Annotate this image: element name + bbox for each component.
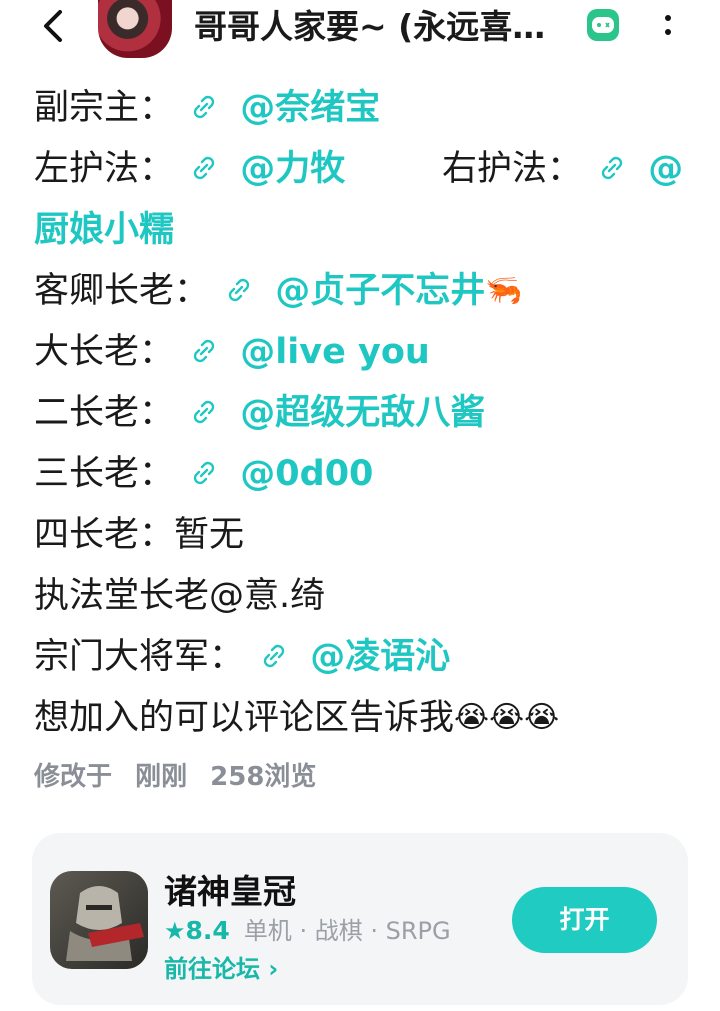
list-item: 四长老：暂无 — [34, 505, 694, 566]
role-label: 大长老： — [34, 332, 175, 372]
list-item: 三长老： @0d00 — [34, 444, 694, 505]
link-icon — [193, 461, 215, 485]
mention-link[interactable]: 厨娘小糯 — [34, 210, 174, 250]
mention-link[interactable]: @凌语沁 — [310, 637, 450, 677]
role-label: 客卿长老： — [34, 271, 210, 311]
list-item: 二长老： @超级无敌八酱 — [34, 383, 694, 444]
app-icon[interactable] — [50, 871, 148, 969]
list-item: 左护法： @力牧 右护法： @ — [34, 139, 694, 200]
role-label: 右护法： — [442, 149, 583, 189]
rating-row: ★8.4 单机 · 战棋 · SRPG — [164, 911, 451, 946]
top-bar: 哥哥人家要~ (永远喜… — [0, 0, 720, 58]
list-item: 副宗主： @奈绪宝 — [34, 78, 694, 139]
star-icon: ★ — [164, 917, 186, 945]
mention-link[interactable]: @贞子不忘井 — [275, 271, 485, 311]
mention-link[interactable]: @0d00 — [240, 454, 373, 494]
edited-label: 修改于 — [34, 762, 113, 792]
link-icon — [193, 95, 215, 119]
mention-link[interactable]: @ — [648, 149, 683, 189]
role-label: 三长老： — [34, 454, 175, 494]
link-icon — [193, 400, 215, 424]
post-text: 想加入的可以评论区告诉我 — [34, 698, 455, 738]
mention-link[interactable]: @力牧 — [240, 149, 345, 189]
list-item: 宗门大将军： @凌语沁 — [34, 627, 694, 688]
post-text: 执法堂长老@意.绮 — [34, 576, 326, 616]
back-arrow-icon[interactable] — [34, 6, 74, 46]
view-count: 258浏览 — [210, 762, 317, 792]
list-item: 大长老： @live you — [34, 322, 694, 383]
role-label: 副宗主： — [34, 88, 175, 128]
open-button[interactable]: 打开 — [512, 887, 657, 953]
role-label: 宗门大将军： — [34, 637, 245, 677]
app-name: 诸神皇冠 — [164, 872, 296, 911]
post-meta: 修改于 刚刚 258浏览 — [34, 756, 330, 793]
rating-score: 8.4 — [185, 916, 230, 945]
mention-link[interactable]: @live you — [240, 332, 430, 372]
post-text: 四长老：暂无 — [34, 515, 245, 555]
link-icon — [228, 278, 250, 302]
edited-time: 刚刚 — [135, 762, 188, 792]
list-item: 厨娘小糯 — [34, 200, 694, 261]
role-label: 左护法： — [34, 149, 175, 189]
list-item: 客卿长老： @贞子不忘井🦐 — [34, 261, 694, 322]
forum-link[interactable]: 前往论坛 › — [164, 949, 278, 984]
link-icon — [193, 339, 215, 363]
app-card[interactable]: 诸神皇冠 ★8.4 单机 · 战棋 · SRPG 前往论坛 › 打开 — [32, 833, 688, 1005]
app-tags: 单机 · 战棋 · SRPG — [243, 917, 451, 945]
link-icon — [193, 156, 215, 180]
mention-link[interactable]: @超级无敌八酱 — [240, 393, 485, 433]
crying-emoji: 😭😭😭 — [454, 700, 560, 735]
link-icon — [263, 644, 285, 668]
user-avatar[interactable] — [98, 0, 172, 58]
link-icon — [601, 156, 623, 180]
shrimp-emoji: 🦐 — [485, 273, 523, 308]
post-body: 副宗主： @奈绪宝 左护法： @力牧 右护法： @ 厨娘小糯 客卿长老： @贞子… — [34, 78, 694, 749]
mention-link[interactable]: @奈绪宝 — [240, 88, 380, 128]
role-label: 二长老： — [34, 393, 175, 433]
more-vertical-icon[interactable] — [656, 6, 680, 46]
game-controller-icon[interactable] — [587, 9, 619, 41]
list-item: 执法堂长老@意.绮 — [34, 566, 694, 627]
list-item: 右护法： @ — [442, 139, 683, 200]
list-item: 想加入的可以评论区告诉我😭😭😭 — [34, 688, 694, 749]
post-title[interactable]: 哥哥人家要~ (永远喜… — [194, 2, 574, 52]
